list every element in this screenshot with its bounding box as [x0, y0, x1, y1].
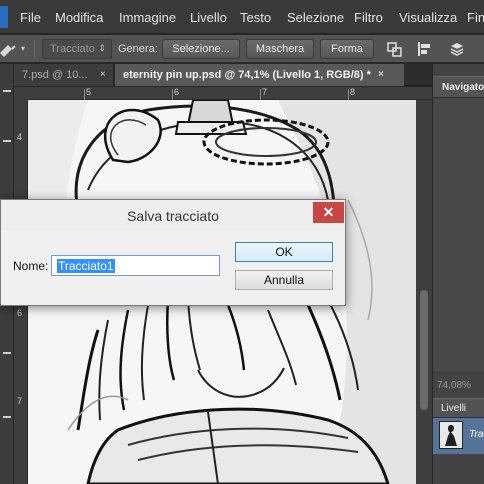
- menu-bar: File Modifica Immagine Livello Testo Sel…: [0, 0, 484, 34]
- menu-visualizza[interactable]: Visualizza: [399, 10, 457, 25]
- path-mode-select[interactable]: Tracciato ⇕: [42, 39, 112, 59]
- make-mask-button[interactable]: Maschera: [246, 39, 314, 59]
- options-divider: [34, 40, 35, 58]
- ruler-number: 7: [262, 87, 268, 97]
- ruler-horizontal[interactable]: 5 6 7 8: [28, 87, 432, 100]
- ruler-number: 8: [350, 87, 356, 97]
- photoshop-logo-icon: [0, 6, 8, 28]
- tab-label: 7.psd @ 10...: [22, 69, 88, 81]
- chevron-down-icon: ⇕: [98, 43, 106, 53]
- options-bar: ▾ Tracciato ⇕ Genera: Selezione... Masch…: [0, 35, 484, 63]
- menu-filtro[interactable]: Filtro: [354, 10, 383, 25]
- name-label: Nome:: [13, 259, 49, 273]
- path-name-field[interactable]: Tracciato1: [51, 255, 220, 276]
- path-alignment-icon[interactable]: [416, 41, 434, 57]
- tool-preset-caret-icon[interactable]: ▾: [21, 44, 25, 53]
- ok-button[interactable]: OK: [235, 242, 333, 262]
- tab-label: eternity pin up.psd @ 74,1% (Livello 1, …: [123, 69, 371, 81]
- navigator-panel-tab[interactable]: Navigator: [433, 76, 484, 98]
- tool-button[interactable]: [3, 140, 11, 142]
- navigator-zoom-value[interactable]: 74,08%: [437, 380, 471, 391]
- menu-immagine[interactable]: Immagine: [119, 10, 176, 25]
- document-tabs: 7.psd @ 10... × eternity pin up.psd @ 74…: [14, 64, 432, 86]
- navigator-preview[interactable]: [433, 99, 484, 371]
- ruler-number: 6: [17, 308, 23, 318]
- ruler-tick: [260, 89, 261, 100]
- ruler-tick: [348, 89, 349, 100]
- make-label: Genera:: [118, 43, 158, 55]
- tool-button[interactable]: [3, 90, 11, 92]
- right-panel-dock: Navigator 74,08% Livelli Traccia: [432, 64, 484, 484]
- dialog-body: Nome: Tracciato1 OK Annulla: [1, 231, 345, 305]
- close-icon[interactable]: ×: [100, 69, 106, 80]
- tool-button[interactable]: [3, 416, 11, 418]
- ruler-number: 4: [17, 132, 23, 142]
- make-shape-button[interactable]: Forma: [320, 39, 374, 59]
- path-arrangement-icon[interactable]: [448, 41, 466, 57]
- ruler-tick: [84, 89, 85, 100]
- path-mode-value: Tracciato: [50, 43, 95, 55]
- ruler-number: 7: [17, 396, 23, 406]
- menu-finestra[interactable]: Fin: [467, 10, 484, 25]
- save-path-dialog: Salva tracciato ✕ Nome: Tracciato1 OK An…: [0, 199, 346, 306]
- dialog-title-bar[interactable]: Salva tracciato ✕: [1, 200, 345, 231]
- menu-modifica[interactable]: Modifica: [55, 10, 103, 25]
- layer-row[interactable]: Traccia: [433, 418, 484, 454]
- layers-panel-tab[interactable]: Livelli: [433, 398, 484, 418]
- menu-testo[interactable]: Testo: [240, 10, 271, 25]
- menu-livello[interactable]: Livello: [190, 10, 227, 25]
- tab-7-psd[interactable]: 7.psd @ 10... ×: [14, 64, 114, 86]
- ruler-number: 5: [86, 87, 92, 97]
- path-name-value: Tracciato1: [57, 259, 115, 273]
- ruler-number: 6: [174, 87, 180, 97]
- path-operations-icon[interactable]: [386, 41, 404, 57]
- scrollbar-thumb[interactable]: [420, 290, 428, 410]
- ruler-tick: [172, 89, 173, 100]
- layer-thumbnail: [439, 421, 463, 449]
- dialog-title: Salva tracciato: [127, 208, 219, 224]
- tool-button[interactable]: [3, 352, 11, 354]
- tab-eternity-pin-up[interactable]: eternity pin up.psd @ 74,1% (Livello 1, …: [115, 64, 404, 86]
- make-selection-button[interactable]: Selezione...: [162, 39, 240, 59]
- layer-thumbnail-figure-icon: [445, 425, 457, 446]
- menu-selezione[interactable]: Selezione: [287, 10, 344, 25]
- vertical-scrollbar[interactable]: [416, 100, 432, 484]
- layer-name: Traccia: [469, 429, 484, 440]
- menu-file[interactable]: File: [20, 10, 41, 25]
- pen-tool-icon[interactable]: [0, 41, 18, 57]
- cancel-button[interactable]: Annulla: [235, 270, 333, 290]
- close-icon[interactable]: ×: [378, 69, 384, 80]
- ruler-corner: [14, 87, 28, 100]
- close-icon[interactable]: ✕: [313, 202, 344, 223]
